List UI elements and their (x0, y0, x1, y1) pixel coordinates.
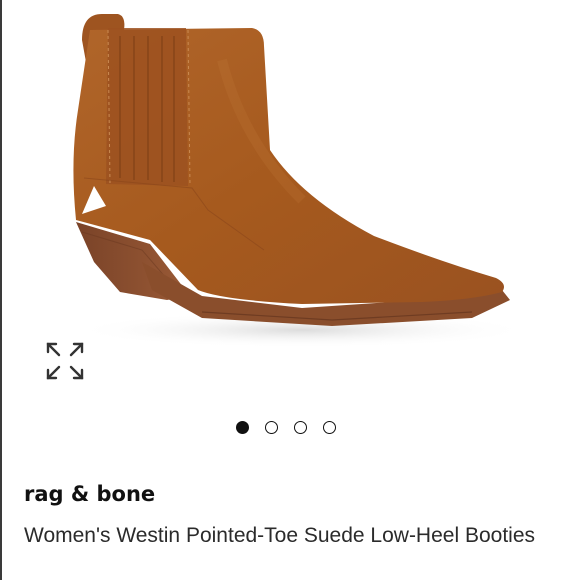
carousel-dot-1[interactable] (236, 420, 249, 434)
carousel-dot-4[interactable] (323, 420, 336, 434)
expand-image-button[interactable] (40, 336, 90, 386)
carousel-dot-2[interactable] (265, 420, 278, 434)
carousel-dot-3[interactable] (294, 420, 307, 434)
product-title: Women's Westin Pointed-Toe Suede Low-Hee… (24, 524, 536, 547)
image-carousel-indicators (236, 418, 336, 436)
expand-arrows-icon (46, 342, 84, 380)
brand-name[interactable]: rag & bone (24, 482, 155, 506)
